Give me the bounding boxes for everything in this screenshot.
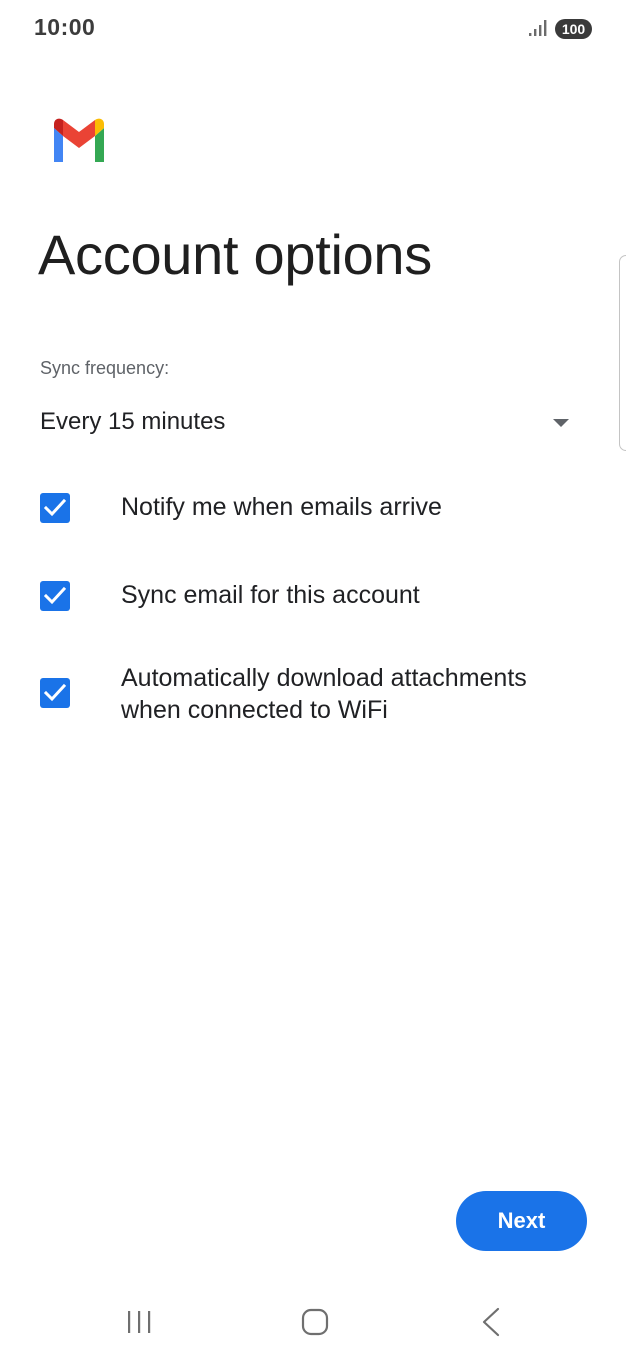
status-bar: 10:00 100 — [0, 0, 626, 58]
scroll-indicator[interactable] — [619, 255, 626, 451]
battery-icon: 100 — [555, 19, 592, 39]
auto-download-label: Automatically download attachments when … — [121, 664, 527, 724]
status-time: 10:00 — [34, 14, 96, 40]
dropdown-arrow-icon — [553, 419, 569, 427]
option-notify-emails[interactable]: Notify me when emails arrive — [40, 491, 580, 531]
sync-frequency-label: Sync frequency: — [40, 358, 170, 378]
home-icon[interactable] — [301, 1308, 329, 1336]
signal-icon — [529, 20, 547, 36]
next-button[interactable]: Next — [456, 1191, 587, 1251]
checkmark-icon — [44, 498, 66, 517]
gmail-logo — [54, 118, 104, 162]
page-title: Account options — [38, 223, 432, 286]
battery-level: 100 — [561, 21, 586, 37]
option-auto-download[interactable]: Automatically download attachments when … — [40, 662, 580, 730]
checkmark-icon — [44, 586, 66, 605]
sync-email-label: Sync email for this account — [121, 581, 420, 609]
sync-frequency-dropdown[interactable]: Every 15 minutes — [40, 402, 580, 446]
checkmark-icon — [44, 683, 66, 702]
sync-email-checkbox[interactable] — [40, 581, 70, 611]
notify-label: Notify me when emails arrive — [121, 493, 442, 521]
notify-checkbox[interactable] — [40, 493, 70, 523]
recents-icon[interactable] — [124, 1309, 154, 1335]
sync-frequency-value: Every 15 minutes — [40, 408, 226, 435]
auto-download-checkbox[interactable] — [40, 678, 70, 708]
back-icon[interactable] — [478, 1307, 504, 1337]
option-sync-email[interactable]: Sync email for this account — [40, 579, 580, 619]
navigation-bar — [0, 1290, 626, 1358]
